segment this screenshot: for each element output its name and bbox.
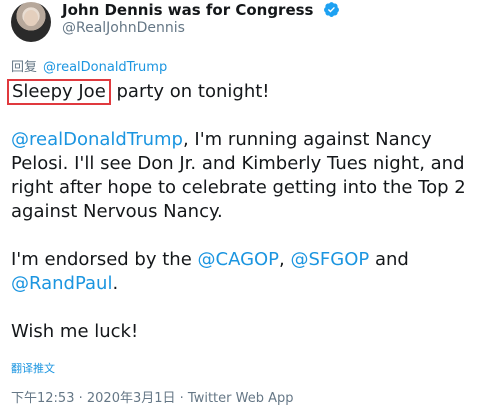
verified-badge-icon	[323, 1, 340, 18]
meta-separator: ·	[175, 391, 188, 406]
translate-tweet-link[interactable]: 翻译推文	[11, 360, 55, 376]
tweet-date[interactable]: 2020年3月1日	[87, 391, 176, 406]
tweet-line: against Nervous Nancy.	[11, 201, 223, 222]
tweet-meta: 下午12:53 · 2020年3月1日 · Twitter Web App	[11, 387, 294, 406]
replying-to-mention-link[interactable]: @realDonaldTrump	[43, 60, 167, 75]
author-name[interactable]: John Dennis was for Congress	[62, 1, 340, 19]
tweet-line: I'm endorsed by the @CAGOP, @SFGOP and	[11, 248, 491, 272]
replying-to: 回复 @realDonaldTrump	[11, 56, 167, 75]
replying-to-label: 回复	[11, 60, 38, 75]
tweet-line: Sleepy Joe party on tonight!	[7, 79, 491, 105]
tweet-text-segment: I'm endorsed by the	[11, 249, 198, 270]
mention-link-randpaul[interactable]: @RandPaul	[11, 273, 112, 294]
tweet: John Dennis was for Congress @RealJohnDe…	[0, 0, 500, 409]
avatar-face	[24, 10, 38, 26]
tweet-line: right after hope to celebrate getting in…	[11, 177, 466, 198]
author-name-text[interactable]: John Dennis was for Congress	[62, 1, 313, 19]
tweet-text-segment: , I'm running against Nancy	[182, 129, 432, 150]
tweet-line: @realDonaldTrump, I'm running against Na…	[11, 128, 491, 152]
tweet-text: Sleepy Joe party on tonight! @realDonald…	[7, 79, 491, 344]
tweet-time[interactable]: 下午12:53	[11, 391, 74, 406]
mention-link-sfgop[interactable]: @SFGOP	[291, 249, 370, 270]
author-handle[interactable]: @RealJohnDennis	[62, 20, 185, 36]
mention-link[interactable]: @realDonaldTrump	[11, 129, 183, 150]
tweet-text-segment: party on tonight!	[110, 81, 270, 102]
mention-link-cagop[interactable]: @CAGOP	[198, 249, 280, 270]
tweet-line: @RandPaul.	[11, 272, 491, 296]
tweet-text-segment: ,	[279, 249, 291, 270]
tweet-line: Pelosi. I'll see Don Jr. and Kimberly Tu…	[11, 153, 465, 174]
tweet-line: Wish me luck!	[11, 321, 139, 342]
avatar[interactable]	[11, 2, 51, 42]
meta-separator: ·	[74, 391, 87, 406]
tweet-text-segment: and	[369, 249, 409, 270]
highlighted-phrase: Sleepy Joe	[7, 79, 111, 105]
tweet-text-segment: .	[112, 273, 119, 294]
tweet-source[interactable]: Twitter Web App	[188, 391, 294, 406]
